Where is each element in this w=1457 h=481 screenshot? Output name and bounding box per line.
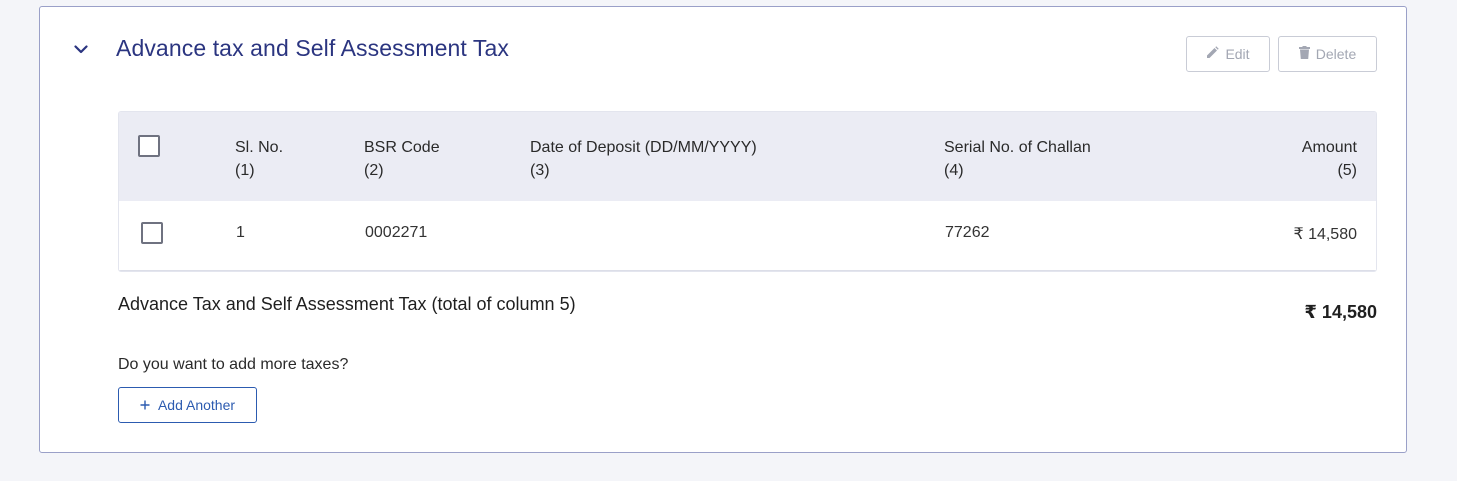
column-header-sl-no: Sl. No. (1)	[235, 139, 284, 179]
table-row: 1 0002271 77262 ₹ 14,580	[119, 201, 1376, 271]
add-another-button[interactable]: Add Another	[118, 387, 257, 423]
column-header-date-of-deposit: Date of Deposit (DD/MM/YYYY) (3)	[530, 139, 757, 179]
cell-serial-no: 77262	[945, 224, 990, 241]
pencil-icon	[1206, 46, 1220, 62]
section-title: Advance tax and Self Assessment Tax	[116, 35, 510, 61]
add-more-question: Do you want to add more taxes?	[118, 356, 349, 373]
table-header: Sl. No. (1) BSR Code (2) Date of Deposit…	[119, 112, 1376, 201]
select-all-checkbox[interactable]	[138, 135, 160, 157]
cell-bsr-code: 0002271	[365, 224, 428, 241]
trash-icon	[1298, 46, 1310, 62]
delete-button-label: Delete	[1315, 46, 1357, 62]
column-header-amount: Amount (5)	[1301, 139, 1357, 179]
total-label: Advance Tax and Self Assessment Tax (tot…	[118, 294, 576, 314]
column-header-serial-no-challan: Serial No. of Challan (4)	[944, 139, 1091, 179]
edit-button[interactable]: Edit	[1186, 36, 1270, 72]
add-another-label: Add Another	[157, 397, 236, 413]
advance-tax-section-card: Advance tax and Self Assessment Tax Edit…	[39, 6, 1407, 453]
cell-sl-no: 1	[236, 224, 245, 241]
chevron-down-icon[interactable]	[70, 39, 92, 59]
tax-payments-table: Sl. No. (1) BSR Code (2) Date of Deposit…	[118, 111, 1377, 272]
delete-button[interactable]: Delete	[1278, 36, 1377, 72]
total-value: ₹ 14,580	[1304, 302, 1377, 322]
column-header-bsr-code: BSR Code (2)	[364, 139, 440, 179]
row-checkbox[interactable]	[141, 222, 163, 244]
cell-amount: ₹ 14,580	[1293, 226, 1357, 243]
plus-icon	[140, 397, 150, 413]
edit-button-label: Edit	[1225, 46, 1250, 62]
